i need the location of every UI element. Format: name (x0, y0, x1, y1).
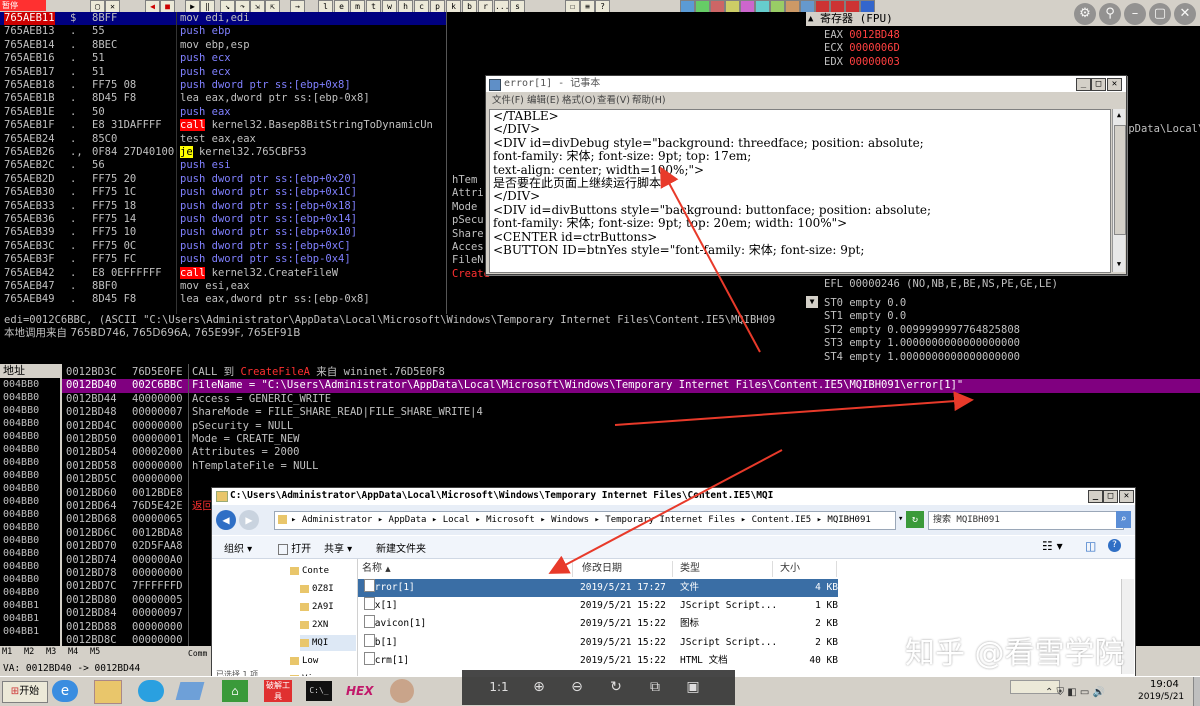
green-app-icon[interactable]: ⌂ (222, 680, 248, 702)
arrow-to-filename (614, 391, 974, 426)
start-label: 开始 (19, 686, 40, 697)
clock-time: 19:04 (1150, 679, 1179, 690)
minimize-icon[interactable]: – (1124, 3, 1146, 25)
crop-icon[interactable]: ⧉ (644, 677, 666, 697)
arrow-to-notepad (660, 166, 761, 353)
start-button[interactable]: ⊞开始 (2, 681, 48, 703)
show-desktop-button[interactable] (1193, 677, 1200, 706)
save-icon[interactable]: ▣ (682, 677, 704, 697)
windows-logo-icon: ⊞ (10, 686, 20, 697)
annotation-arrows (548, 166, 974, 574)
app-icon[interactable] (175, 682, 205, 700)
arrow-to-file (548, 449, 783, 574)
ie-icon[interactable]: e (52, 680, 78, 702)
crack-tool-icon[interactable]: 破解工具 (264, 680, 292, 702)
avatar[interactable] (390, 679, 414, 703)
tray-icons[interactable]: ⌃ ⛨ ◧ ▭ 🔊 (1045, 687, 1105, 698)
maximize-icon[interactable]: ▢ (1149, 3, 1171, 25)
settings-icon[interactable]: ⚙ (1074, 3, 1096, 25)
close-icon[interactable]: ✕ (1174, 3, 1196, 25)
image-viewer-toolbar: 1:1 ⊕ ⊖ ↻ ⧉ ▣ (462, 670, 735, 705)
actual-size-button[interactable]: 1:1 (488, 677, 510, 697)
zoom-out-icon[interactable]: ⊖ (566, 677, 588, 697)
console-icon[interactable]: C:\_ (306, 681, 332, 701)
hex-editor-icon[interactable]: HEX (346, 681, 378, 701)
watermark: 知乎 @看雪学院 (905, 636, 1125, 671)
media-player-icon[interactable] (138, 680, 164, 702)
zoom-in-icon[interactable]: ⊕ (528, 677, 550, 697)
rotate-icon[interactable]: ↻ (605, 677, 627, 697)
explorer-taskbar-icon[interactable] (94, 680, 122, 704)
pin-icon[interactable]: ⚲ (1099, 3, 1121, 25)
clock-date: 2019/5/21 (1138, 692, 1185, 702)
